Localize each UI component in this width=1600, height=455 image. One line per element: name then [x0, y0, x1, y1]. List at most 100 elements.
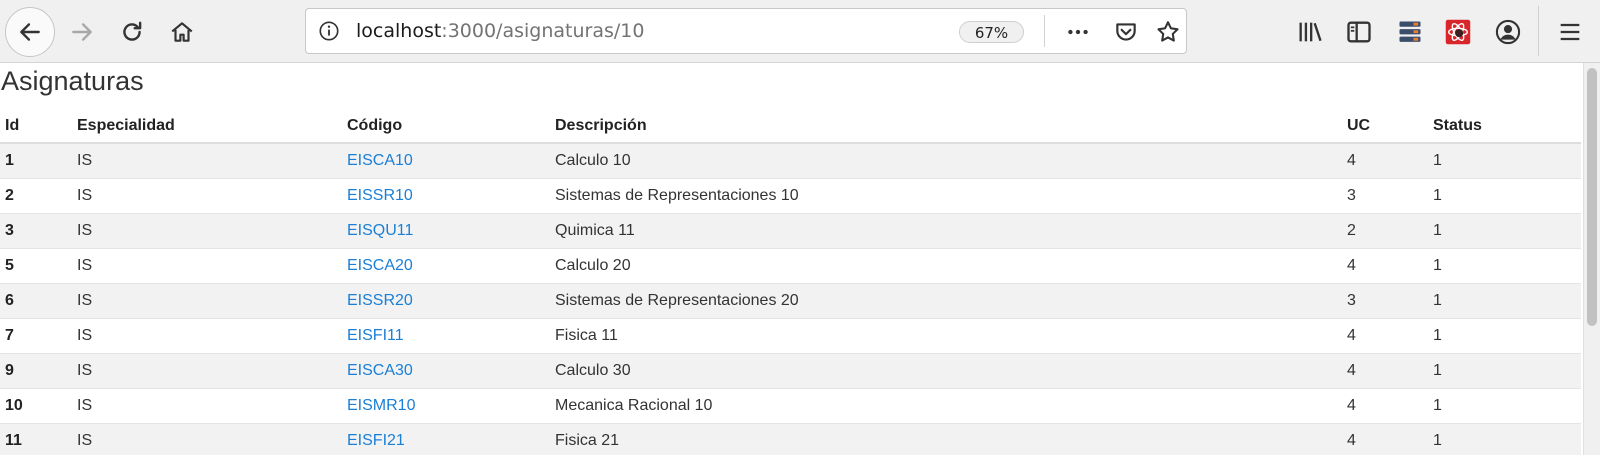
menu-icon[interactable]: [1553, 15, 1587, 49]
cell-id: 9: [0, 353, 72, 389]
column-header-codigo: Código: [342, 109, 550, 144]
cell-status: 1: [1428, 353, 1581, 389]
cell-especialidad: IS: [72, 248, 342, 284]
forward-icon: [72, 23, 92, 41]
cell-especialidad: IS: [72, 178, 342, 214]
cell-especialidad: IS: [72, 142, 342, 179]
codigo-link[interactable]: EISCA30: [342, 353, 550, 389]
cell-id: 2: [0, 178, 72, 214]
url-host: localhost: [356, 20, 442, 42]
home-button[interactable]: [164, 14, 200, 50]
cell-id: 3: [0, 213, 72, 249]
codigo-link[interactable]: EISCA10: [342, 142, 550, 179]
cell-status: 1: [1428, 283, 1581, 319]
browser-toolbar: localhost:3000/asignaturas/10 67%: [0, 0, 1600, 63]
cell-uc: 4: [1342, 142, 1428, 179]
table-row: 2 IS EISSR10 Sistemas de Representaciones 1…: [0, 178, 1581, 214]
url-text[interactable]: localhost:3000/asignaturas/10: [356, 9, 644, 53]
more-icon[interactable]: [1064, 18, 1092, 46]
cell-uc: 4: [1342, 388, 1428, 424]
codigo-link[interactable]: EISFI11: [342, 318, 550, 354]
pocket-icon[interactable]: [1112, 18, 1140, 46]
table-row: 6 IS EISSR20 Sistemas de Representaciones 2…: [0, 283, 1581, 319]
star-icon[interactable]: [1154, 18, 1182, 46]
column-header-id: Id: [0, 109, 72, 144]
cell-descripcion: Mecanica Racional 10: [550, 388, 1342, 424]
codigo-link[interactable]: EISFI21: [342, 423, 550, 455]
table-row: 11 IS EISFI21 Fisica 21 4 1: [0, 423, 1581, 455]
zoom-level-badge[interactable]: 67%: [959, 21, 1024, 43]
column-header-uc: UC: [1342, 109, 1428, 144]
codigo-link[interactable]: EISQU11: [342, 213, 550, 249]
cell-uc: 3: [1342, 178, 1428, 214]
table-row: 9 IS EISCA30 Calculo 30 4 1: [0, 353, 1581, 389]
table-body: 1 IS EISCA10 Calculo 10 4 1 2 IS EISSR10 Sistemas…: [0, 142, 1581, 455]
page-viewport: Asignaturas Id Especialidad Código Descr…: [0, 63, 1583, 455]
url-bar[interactable]: localhost:3000/asignaturas/10 67%: [305, 8, 1187, 54]
cell-uc: 4: [1342, 248, 1428, 284]
cell-descripcion: Fisica 11: [550, 318, 1342, 354]
cell-especialidad: IS: [72, 423, 342, 455]
back-icon: [20, 23, 40, 41]
subjects-table: Id Especialidad Código Descripción UC St…: [0, 109, 1581, 455]
extension-icon[interactable]: [1393, 15, 1427, 49]
cell-uc: 3: [1342, 283, 1428, 319]
cell-uc: 2: [1342, 213, 1428, 249]
url-bar-separator: [1044, 15, 1045, 47]
column-header-descripcion: Descripción: [550, 109, 1342, 144]
vertical-scrollbar[interactable]: [1583, 63, 1600, 455]
cell-descripcion: Calculo 10: [550, 142, 1342, 179]
account-icon[interactable]: [1491, 15, 1525, 49]
cell-status: 1: [1428, 318, 1581, 354]
cell-especialidad: IS: [72, 388, 342, 424]
reload-button[interactable]: [114, 14, 150, 50]
cell-status: 1: [1428, 423, 1581, 455]
cell-especialidad: IS: [72, 318, 342, 354]
toolbar-divider: [1538, 6, 1539, 56]
sidebar-icon[interactable]: [1342, 15, 1376, 49]
cell-status: 1: [1428, 213, 1581, 249]
table-header-row: Id Especialidad Código Descripción UC St…: [0, 109, 1581, 144]
column-header-status: Status: [1428, 109, 1581, 144]
cell-id: 7: [0, 318, 72, 354]
cell-status: 1: [1428, 142, 1581, 179]
library-icon[interactable]: [1293, 15, 1327, 49]
cell-id: 1: [0, 142, 72, 179]
table-row: 5 IS EISCA20 Calculo 20 4 1: [0, 248, 1581, 284]
scrollbar-thumb[interactable]: [1587, 68, 1597, 326]
cell-especialidad: IS: [72, 213, 342, 249]
codigo-link[interactable]: EISMR10: [342, 388, 550, 424]
codigo-link[interactable]: EISCA20: [342, 248, 550, 284]
cell-status: 1: [1428, 248, 1581, 284]
table-row: 1 IS EISCA10 Calculo 10 4 1: [0, 142, 1581, 179]
extension-icon[interactable]: [1441, 15, 1475, 49]
cell-uc: 4: [1342, 318, 1428, 354]
cell-id: 6: [0, 283, 72, 319]
cell-id: 5: [0, 248, 72, 284]
cell-especialidad: IS: [72, 283, 342, 319]
table-row: 10 IS EISMR10 Mecanica Racional 10 4 1: [0, 388, 1581, 424]
codigo-link[interactable]: EISSR20: [342, 283, 550, 319]
cell-descripcion: Calculo 20: [550, 248, 1342, 284]
cell-id: 10: [0, 388, 72, 424]
cell-descripcion: Sistemas de Representaciones 10: [550, 178, 1342, 214]
cell-descripcion: Sistemas de Representaciones 20: [550, 283, 1342, 319]
reload-icon: [123, 21, 142, 41]
cell-uc: 4: [1342, 353, 1428, 389]
forward-button[interactable]: [64, 14, 100, 50]
column-header-especialidad: Especialidad: [72, 109, 342, 144]
cell-status: 1: [1428, 178, 1581, 214]
table-row: 7 IS EISFI11 Fisica 11 4 1: [0, 318, 1581, 354]
cell-uc: 4: [1342, 423, 1428, 455]
cell-descripcion: Calculo 30: [550, 353, 1342, 389]
cell-descripcion: Fisica 21: [550, 423, 1342, 455]
home-icon: [171, 22, 193, 42]
cell-id: 11: [0, 423, 72, 455]
page-title: Asignaturas: [1, 66, 144, 96]
back-button[interactable]: [5, 7, 55, 57]
cell-especialidad: IS: [72, 353, 342, 389]
codigo-link[interactable]: EISSR10: [342, 178, 550, 214]
cell-status: 1: [1428, 388, 1581, 424]
url-path: :3000/asignaturas/10: [441, 20, 645, 42]
info-icon[interactable]: [318, 20, 340, 42]
